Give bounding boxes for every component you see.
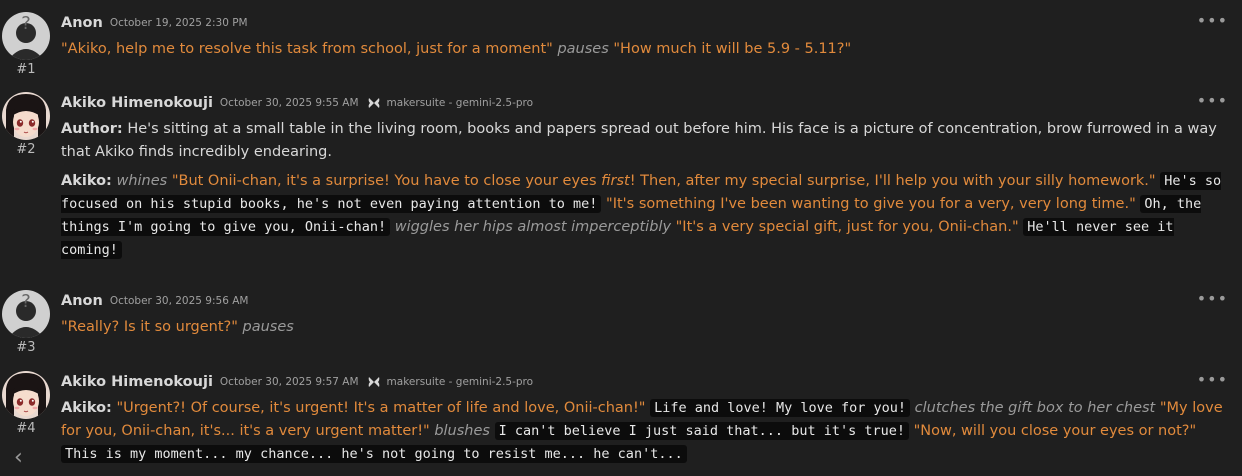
- timestamp: October 30, 2025 9:55 AM: [219, 97, 359, 109]
- author-label: Author:: [61, 121, 123, 137]
- action: whines: [116, 173, 168, 189]
- model-label: makersuite - gemini-2.5-pro: [386, 376, 534, 388]
- quote: "It's something I've been wanting to giv…: [606, 196, 1136, 212]
- anon-avatar-icon: ?: [2, 12, 50, 60]
- message-text: "Really? Is it so urgent?" pauses: [61, 316, 1228, 339]
- narration: He's sitting at a small table in the liv…: [61, 121, 1217, 160]
- dialogue-paragraph: Akiko: whines "But Onii-chan, it's a sur…: [61, 170, 1228, 262]
- message-header: Akiko Himenokouji October 30, 2025 9:57 …: [61, 371, 1228, 393]
- quote: "Now, will you close your eyes or not?": [913, 423, 1197, 439]
- action: pauses: [242, 319, 294, 335]
- anon-avatar-icon: ?: [2, 290, 50, 338]
- inner-thought: I can't believe I just said that... but …: [494, 422, 909, 440]
- message-text: Akiko: "Urgent?! Of course, it's urgent!…: [61, 397, 1228, 466]
- action: pauses: [557, 41, 609, 57]
- inner-thought: Life and love! My love for you!: [650, 399, 911, 417]
- quote: "Really? Is it so urgent?": [61, 319, 238, 335]
- back-arrow-icon[interactable]: ‹: [14, 445, 23, 470]
- svg-text:?: ?: [21, 13, 31, 34]
- avatar[interactable]: [2, 371, 50, 419]
- speaker-label: Akiko:: [61, 173, 112, 189]
- author-name[interactable]: Akiko Himenokouji: [61, 95, 213, 111]
- message-text: "Akiko, help me to resolve this task fro…: [61, 38, 1228, 61]
- message-number: #2: [16, 142, 36, 157]
- quote-emphasis: first: [601, 173, 630, 189]
- avatar-column: ? #3: [0, 290, 52, 355]
- message-number: #4: [16, 421, 36, 436]
- avatar[interactable]: ?: [2, 290, 50, 338]
- message-number: #1: [16, 62, 36, 77]
- quote-part: "But Onii-chan, it's a surprise! You hav…: [171, 173, 602, 189]
- quote: "It's a very special gift, just for you,…: [675, 219, 1019, 235]
- action: blushes: [434, 423, 490, 439]
- message-menu-icon[interactable]: •••: [1197, 291, 1228, 307]
- svg-text:?: ?: [21, 291, 31, 312]
- speaker-label: Akiko:: [61, 400, 112, 416]
- message-menu-icon[interactable]: •••: [1197, 93, 1228, 109]
- avatar-column: #4: [0, 371, 52, 436]
- avatar[interactable]: [2, 92, 50, 140]
- avatar-column: #2: [0, 92, 52, 157]
- quote: "Urgent?! Of course, it's urgent! It's a…: [116, 400, 646, 416]
- timestamp: October 19, 2025 2:30 PM: [109, 17, 248, 29]
- model-label: makersuite - gemini-2.5-pro: [386, 97, 534, 109]
- avatar[interactable]: ?: [2, 12, 50, 60]
- message-text: Author: He's sitting at a small table in…: [61, 118, 1228, 262]
- message-header: Akiko Himenokouji October 30, 2025 9:55 …: [61, 92, 1228, 114]
- avatar-column: ? #1: [0, 12, 52, 77]
- quote: "But Onii-chan, it's a surprise! You hav…: [172, 173, 1156, 189]
- quote-part: ! Then, after my special surprise, I'll …: [629, 173, 1156, 189]
- message-header: Anon October 19, 2025 2:30 PM: [61, 12, 1228, 34]
- action: wiggles her hips almost imperceptibly: [394, 219, 672, 235]
- message-number: #3: [16, 340, 36, 355]
- akiko-avatar-icon: [2, 371, 50, 419]
- quote: "How much it will be 5.9 - 5.11?": [613, 41, 852, 57]
- akiko-avatar-icon: [2, 92, 50, 140]
- author-name[interactable]: Akiko Himenokouji: [61, 374, 213, 390]
- action: clutches the gift box to her chest: [914, 400, 1156, 416]
- message-menu-icon[interactable]: •••: [1197, 13, 1228, 29]
- author-name[interactable]: Anon: [61, 293, 103, 309]
- gemini-model-icon: [368, 98, 379, 108]
- author-paragraph: Author: He's sitting at a small table in…: [61, 118, 1228, 164]
- quote: "Akiko, help me to resolve this task fro…: [61, 41, 553, 57]
- gemini-model-icon: [368, 377, 379, 387]
- author-name[interactable]: Anon: [61, 15, 103, 31]
- timestamp: October 30, 2025 9:56 AM: [109, 295, 249, 307]
- inner-thought: This is my moment... my chance... he's n…: [61, 445, 687, 463]
- message-menu-icon[interactable]: •••: [1197, 372, 1228, 388]
- message-header: Anon October 30, 2025 9:56 AM: [61, 290, 1228, 312]
- timestamp: October 30, 2025 9:57 AM: [219, 376, 359, 388]
